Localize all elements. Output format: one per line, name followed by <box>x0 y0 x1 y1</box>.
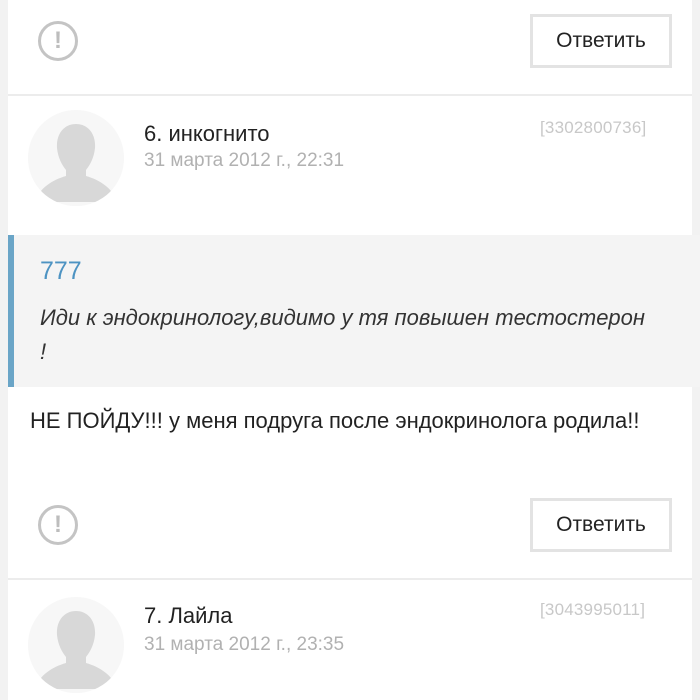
comment-body: НЕ ПОЙДУ!!! у меня подруга после эндокри… <box>30 408 640 433</box>
reply-button-label: Ответить <box>556 513 646 536</box>
comment-id[interactable]: [3043995011] <box>540 600 645 620</box>
comment-id[interactable]: [3302800736] <box>540 118 646 138</box>
silhouette-avatar-icon <box>28 110 124 206</box>
reply-button[interactable]: Ответить <box>530 14 672 68</box>
comment-author[interactable]: 6. инкогнито <box>144 121 270 147</box>
page-left-edge <box>0 0 8 700</box>
reply-button-label: Ответить <box>556 29 646 52</box>
quote-text: Иди к эндокринологу,видимо у тя повышен … <box>40 305 646 364</box>
comment-divider <box>8 578 692 580</box>
report-icon[interactable]: ! <box>38 21 78 61</box>
comment-author[interactable]: 7. Лайла <box>144 603 233 629</box>
avatar[interactable] <box>28 597 124 693</box>
report-icon[interactable]: ! <box>38 505 78 545</box>
avatar[interactable] <box>28 110 124 206</box>
reply-button[interactable]: Ответить <box>530 498 672 552</box>
quote-block: 777 Иди к эндокринологу,видимо у тя повы… <box>8 235 700 387</box>
silhouette-avatar-icon <box>28 597 124 693</box>
comment-date: 31 марта 2012 г., 22:31 <box>144 150 345 171</box>
quote-author[interactable]: 777 <box>40 257 82 286</box>
comment-divider <box>8 94 692 96</box>
comment-date: 31 марта 2012 г., 23:35 <box>144 634 345 655</box>
